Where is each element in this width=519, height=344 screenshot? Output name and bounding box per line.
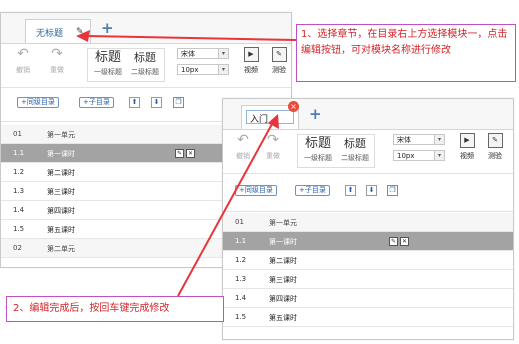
arrow-to-edit-icon <box>76 30 297 42</box>
arrow-to-input <box>177 114 279 297</box>
annotation-arrows <box>76 30 297 297</box>
